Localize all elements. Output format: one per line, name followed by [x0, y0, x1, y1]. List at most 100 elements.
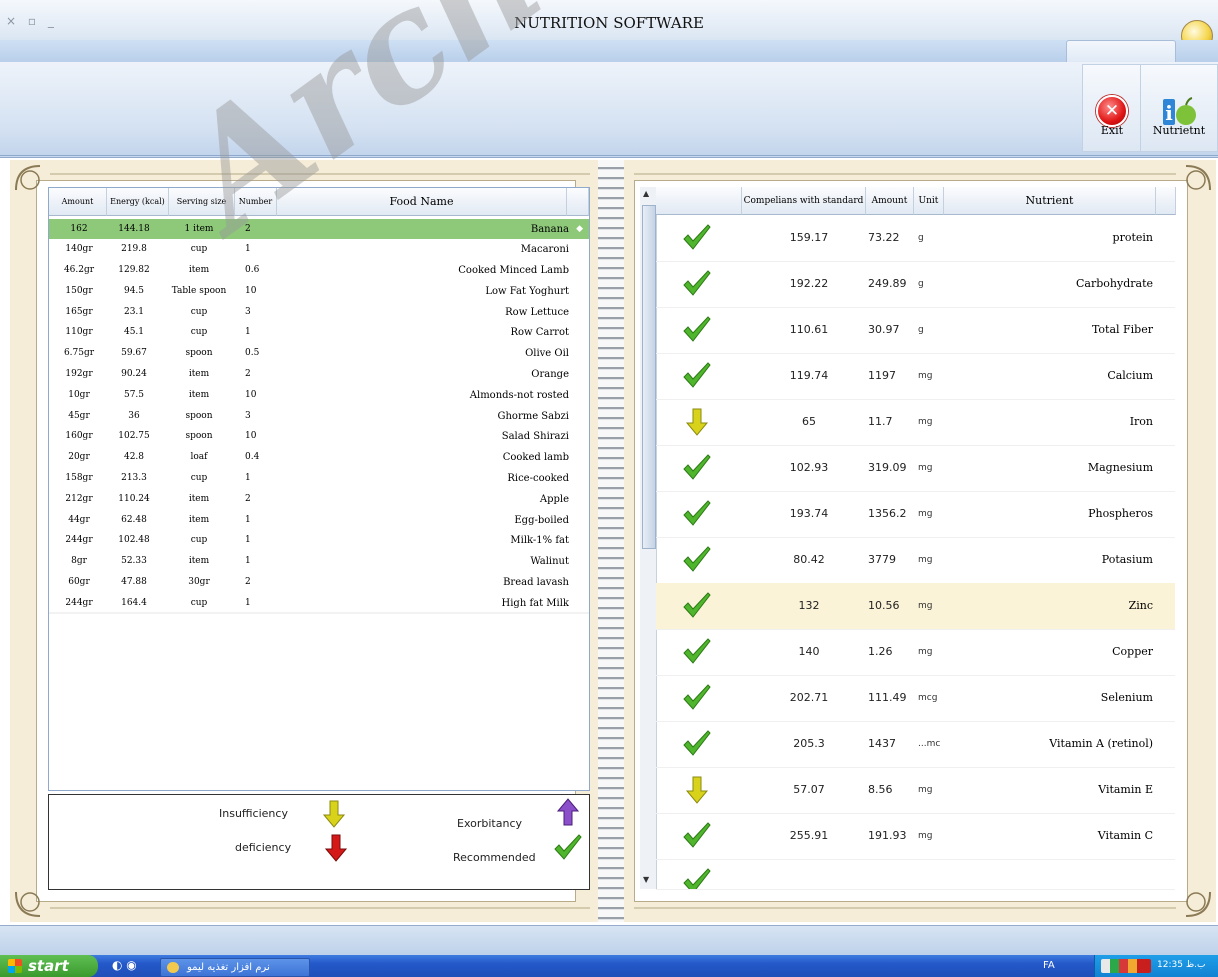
nutrient-row[interactable]: 80.42 3779 mg Potasium [656, 537, 1175, 584]
amount-cell: 10.56 [868, 599, 900, 612]
check-icon [683, 546, 711, 572]
nutrient-name-cell: Phospheros [1088, 507, 1153, 520]
unit-cell: mg [918, 509, 933, 519]
unit-cell: mg [918, 555, 933, 565]
nutrient-button[interactable]: i Nutrietnt [1140, 64, 1218, 152]
system-tray: FA 12:35 ب.ظ [1043, 955, 1218, 977]
legend-insufficiency-label: Insufficiency [219, 807, 288, 820]
unit-cell: ...mc [918, 739, 941, 749]
nutrient-name-cell: Zinc [1128, 599, 1153, 612]
nutrient-row[interactable]: 132 10.56 mg Zinc [656, 583, 1175, 630]
amount-cell: 249.89 [868, 277, 907, 290]
compliance-cell: 255.91 [789, 829, 829, 842]
ribbon-panel [0, 62, 1218, 156]
compliance-cell: 159.17 [789, 231, 829, 244]
nutrient-row[interactable]: 65 11.7 mg Iron [656, 399, 1175, 446]
nutrient-name-cell: Potasium [1101, 553, 1153, 566]
scroll-up-icon[interactable]: ▲ [643, 189, 649, 198]
nutrient-row[interactable]: 140 1.26 mg Copper [656, 629, 1175, 676]
tray-icons[interactable] [1101, 959, 1151, 973]
windows-logo-icon [8, 959, 22, 973]
taskbar-app-button[interactable]: نرم افزار تغذیه لیمو [160, 958, 310, 977]
check-icon [554, 834, 582, 860]
nutrient-row[interactable]: 102.93 319.09 mg Magnesium [656, 445, 1175, 492]
nutrient-name-cell: Carbohydrate [1076, 277, 1153, 290]
svg-text:i: i [1165, 101, 1173, 125]
spiral-binding [598, 160, 624, 922]
quick-launch-icons[interactable]: ◐ ◉ [112, 958, 137, 972]
nutrient-row[interactable]: 192.22 249.89 g Carbohydrate [656, 261, 1175, 308]
unit-cell: mg [918, 371, 933, 381]
compliance-cell: 205.3 [793, 737, 825, 750]
nutrient-name-cell: Selenium [1100, 691, 1153, 704]
nutrient-row[interactable]: 202.71 111.49 mcg Selenium [656, 675, 1175, 722]
scroll-down-icon[interactable]: ▼ [643, 875, 649, 884]
language-indicator[interactable]: FA [1043, 960, 1055, 971]
scrollbar-thumb[interactable] [642, 205, 656, 549]
unit-cell: mg [918, 831, 933, 841]
unit-cell: mg [918, 463, 933, 473]
unit-cell: mg [918, 647, 933, 657]
column-header-compliance[interactable]: Compelians with standard [742, 187, 866, 215]
check-icon [683, 730, 711, 756]
amount-cell: 3779 [868, 553, 896, 566]
compliance-cell: 132 [798, 599, 820, 612]
start-button[interactable]: start [0, 955, 98, 977]
column-header-unit[interactable]: Unit [914, 187, 944, 215]
amount-cell: 1437 [868, 737, 896, 750]
nutrient-name-cell: Vitamin E [1098, 783, 1153, 796]
unit-cell: g [918, 233, 924, 243]
compliance-cell: 102.93 [789, 461, 829, 474]
amount-cell: 1197 [868, 369, 896, 382]
column-header-filler [1156, 187, 1176, 215]
amount-cell: 1.26 [868, 645, 893, 658]
compliance-cell: 80.42 [793, 553, 825, 566]
check-icon [683, 316, 711, 342]
unit-cell: g [918, 279, 924, 289]
nutrient-row[interactable]: 110.61 30.97 g Total Fiber [656, 307, 1175, 354]
nutrient-name-cell: Magnesium [1087, 461, 1153, 474]
unit-cell: mg [918, 601, 933, 611]
compliance-cell: 119.74 [789, 369, 829, 382]
amount-cell: 111.49 [868, 691, 907, 704]
legend-exorbitancy-label: Exorbitancy [457, 817, 522, 830]
amount-cell: 1356.2 [868, 507, 907, 520]
amount-cell: 319.09 [868, 461, 907, 474]
nutrient-row[interactable]: 159.17 73.22 g protein [656, 215, 1175, 262]
food-grid[interactable]: Amount Energy (kcal) Serving size Number… [48, 187, 590, 791]
column-header-status[interactable] [656, 187, 742, 215]
nutrient-row[interactable]: 193.74 1356.2 mg Phospheros [656, 491, 1175, 538]
check-icon [683, 362, 711, 388]
nutrient-row[interactable]: 205.3 1437 ...mc Vitamin A (retinol) [656, 721, 1175, 768]
check-icon [683, 224, 711, 250]
check-icon [683, 270, 711, 296]
purple-up-arrow-icon [557, 798, 579, 826]
red-down-arrow-icon [325, 834, 347, 862]
amount-cell: 8.56 [868, 783, 893, 796]
nutrient-row[interactable]: 119.74 1197 mg Calcium [656, 353, 1175, 400]
check-icon [683, 638, 711, 664]
nutrient-name-cell: protein [1112, 231, 1153, 244]
unit-cell: mg [918, 785, 933, 795]
nutrient-row[interactable] [656, 859, 1175, 890]
legend-deficiency-label: deficiency [235, 841, 292, 854]
compliance-cell: 193.74 [789, 507, 829, 520]
food-grid-lines [49, 612, 589, 614]
amount-cell: 30.97 [868, 323, 900, 336]
status-strip [0, 925, 1218, 956]
yellow-down-arrow-icon [685, 408, 709, 436]
compliance-cell: 202.71 [789, 691, 829, 704]
ribbon-tab[interactable] [1066, 40, 1176, 63]
legend-box: Insufficiency deficiency Exorbitancy Rec… [48, 794, 590, 890]
check-icon [683, 454, 711, 480]
column-header-nutrient[interactable]: Nutrient [944, 187, 1156, 215]
close-icon: ✕ [1096, 95, 1128, 127]
check-icon [683, 684, 711, 710]
clock: 12:35 ب.ظ [1157, 960, 1206, 970]
nutrient-row[interactable]: 255.91 191.93 mg Vitamin C [656, 813, 1175, 860]
column-header-amount[interactable]: Amount [866, 187, 914, 215]
nutrient-button-label: Nutrietnt [1152, 124, 1206, 137]
exit-button[interactable]: ✕ Exit [1082, 64, 1142, 152]
unit-cell: mcg [918, 693, 938, 703]
nutrient-row[interactable]: 57.07 8.56 mg Vitamin E [656, 767, 1175, 814]
